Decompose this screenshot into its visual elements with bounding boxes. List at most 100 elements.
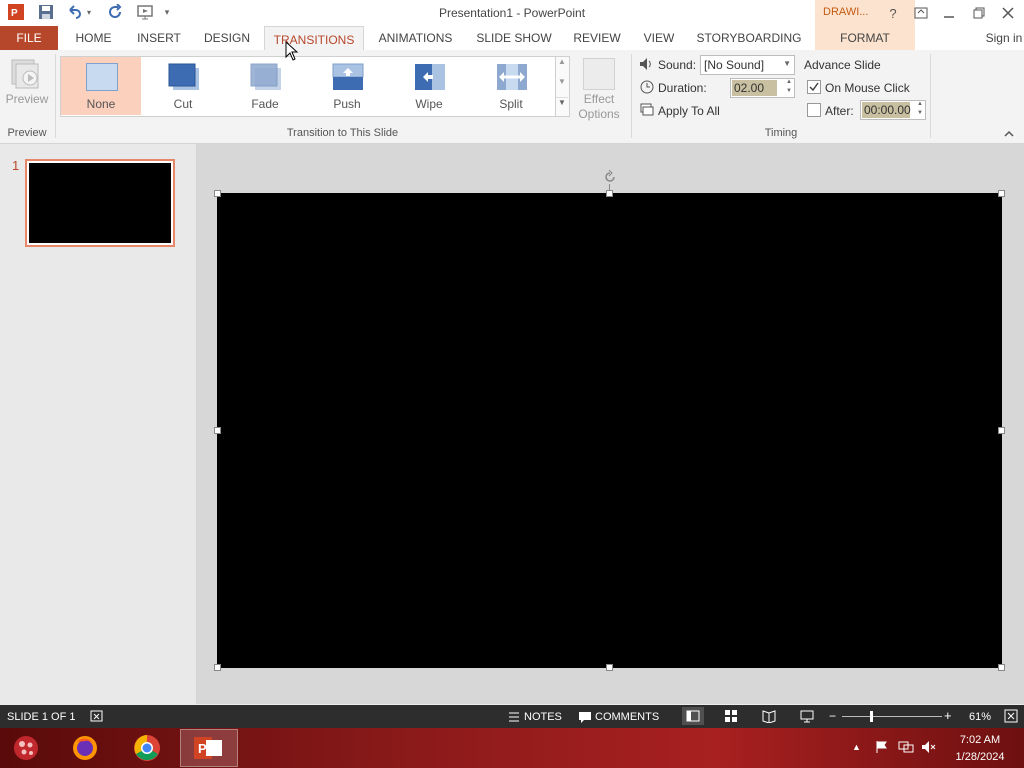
sound-dropdown[interactable]: [No Sound] ▼: [700, 55, 795, 75]
apply-to-all-button[interactable]: Apply To All: [658, 104, 720, 118]
advance-slide-label: Advance Slide: [804, 58, 881, 72]
notes-button[interactable]: NOTES: [524, 711, 562, 723]
fade-transition-icon: [250, 63, 281, 90]
zoom-slider[interactable]: [842, 716, 942, 717]
none-transition-icon: [86, 63, 118, 91]
svg-text:P: P: [198, 741, 207, 756]
preview-group-label: Preview: [7, 127, 47, 139]
transition-split[interactable]: Split: [471, 57, 551, 115]
restore-icon[interactable]: [968, 4, 990, 22]
transition-fade[interactable]: Fade: [225, 57, 305, 115]
preview-button[interactable]: Preview: [4, 92, 50, 106]
minimize-icon[interactable]: [938, 4, 960, 22]
spin-down-icon[interactable]: ▼: [917, 110, 923, 116]
chevron-down-icon: ▼: [783, 59, 791, 68]
notes-icon: [507, 710, 521, 724]
zoom-out-button[interactable]: −: [829, 709, 836, 723]
after-spinner[interactable]: 00:00.00 ▲ ▼: [860, 100, 926, 120]
transition-label: Split: [499, 97, 523, 111]
tab-storyboarding[interactable]: STORYBOARDING: [692, 26, 806, 50]
slide-count-status: SLIDE 1 OF 1: [7, 711, 76, 723]
powerpoint-icon: P: [194, 737, 222, 759]
group-divider: [55, 54, 56, 138]
resize-handle[interactable]: [998, 664, 1005, 671]
firefox-icon[interactable]: [68, 732, 102, 764]
comments-icon: [578, 710, 592, 724]
transition-push[interactable]: Push: [307, 57, 387, 115]
sound-value: [No Sound]: [704, 58, 765, 72]
transition-cut[interactable]: Cut: [143, 57, 223, 115]
duration-spinner[interactable]: 02.00 ▲ ▼: [730, 78, 795, 98]
fit-to-window-icon[interactable]: [1004, 709, 1018, 723]
duration-label: Duration:: [658, 81, 707, 95]
tab-home[interactable]: HOME: [66, 26, 121, 50]
tab-animations[interactable]: ANIMATIONS: [372, 26, 459, 50]
action-center-flag-icon[interactable]: [875, 740, 889, 754]
spell-check-icon[interactable]: [90, 709, 104, 723]
gallery-more-icon[interactable]: ▼: [556, 97, 568, 115]
volume-muted-icon[interactable]: [921, 740, 937, 754]
tab-slide-show[interactable]: SLIDE SHOW: [471, 26, 557, 50]
normal-view-icon[interactable]: [682, 707, 704, 725]
resize-handle[interactable]: [214, 427, 221, 434]
resize-handle[interactable]: [214, 664, 221, 671]
zoom-level[interactable]: 61%: [969, 711, 991, 723]
clock-date[interactable]: 1/28/2024: [950, 751, 1010, 763]
transition-wipe[interactable]: Wipe: [389, 57, 469, 115]
slide-thumbnail[interactable]: [25, 159, 175, 247]
reading-view-icon[interactable]: [762, 709, 776, 724]
resize-handle[interactable]: [606, 664, 613, 671]
sign-in-link[interactable]: Sign in: [984, 26, 1024, 50]
rotate-handle-icon[interactable]: [603, 169, 617, 184]
gallery-scroll-down-icon[interactable]: ▼: [556, 77, 568, 94]
on-mouse-click-checkbox[interactable]: [807, 80, 821, 94]
effect-options-icon[interactable]: [583, 58, 615, 90]
gallery-scroll-up-icon[interactable]: ▲: [556, 57, 568, 74]
slide-show-icon[interactable]: [800, 709, 814, 723]
close-icon[interactable]: [997, 4, 1019, 22]
network-icon[interactable]: [898, 740, 914, 754]
on-mouse-click-label: On Mouse Click: [825, 81, 910, 95]
group-divider: [930, 54, 931, 138]
zoom-slider-thumb[interactable]: [870, 711, 873, 722]
transition-none[interactable]: None: [61, 57, 141, 115]
cut-transition-icon: [168, 63, 199, 90]
transition-label: Wipe: [415, 97, 443, 111]
collapse-ribbon-icon[interactable]: [1003, 128, 1015, 140]
resize-handle[interactable]: [998, 190, 1005, 197]
tab-review[interactable]: REVIEW: [568, 26, 626, 50]
effect-options-button[interactable]: Effect Options: [570, 92, 628, 122]
help-button[interactable]: ?: [882, 4, 904, 22]
tab-transitions[interactable]: TRANSITIONS: [264, 26, 364, 52]
slide-canvas[interactable]: [217, 193, 1002, 668]
zoom-in-button[interactable]: +: [944, 708, 952, 723]
preview-icon[interactable]: [8, 56, 44, 92]
comments-button[interactable]: COMMENTS: [595, 711, 659, 723]
slide-sorter-icon[interactable]: [724, 709, 738, 723]
tab-format[interactable]: FORMAT: [815, 26, 915, 50]
split-transition-icon: [496, 63, 527, 90]
transition-label: None: [86, 97, 116, 111]
drawing-tools-label: DRAWI...: [823, 6, 869, 18]
resize-handle[interactable]: [606, 190, 613, 197]
tab-insert[interactable]: INSERT: [131, 26, 187, 50]
show-hidden-icons-icon[interactable]: ▲: [852, 742, 861, 752]
spin-up-icon[interactable]: ▲: [917, 101, 923, 107]
resize-handle[interactable]: [214, 190, 221, 197]
timing-group-label: Timing: [764, 127, 798, 139]
powerpoint-taskbar-button[interactable]: P: [180, 729, 238, 767]
spin-down-icon[interactable]: ▼: [786, 88, 792, 94]
start-button-icon[interactable]: [10, 732, 42, 764]
after-checkbox[interactable]: [807, 103, 821, 117]
transition-label: Fade: [251, 97, 279, 111]
spin-up-icon[interactable]: ▲: [786, 79, 792, 85]
clock-time: 7:02 AM: [959, 734, 1001, 746]
chrome-icon[interactable]: [130, 732, 164, 764]
resize-handle[interactable]: [998, 427, 1005, 434]
tab-file[interactable]: FILE: [0, 26, 58, 50]
tab-view[interactable]: VIEW: [637, 26, 681, 50]
duration-value: 02.00: [732, 80, 777, 96]
ribbon-display-options-icon[interactable]: [910, 4, 932, 22]
slide-number: 1: [12, 158, 20, 173]
tab-design[interactable]: DESIGN: [198, 26, 256, 50]
